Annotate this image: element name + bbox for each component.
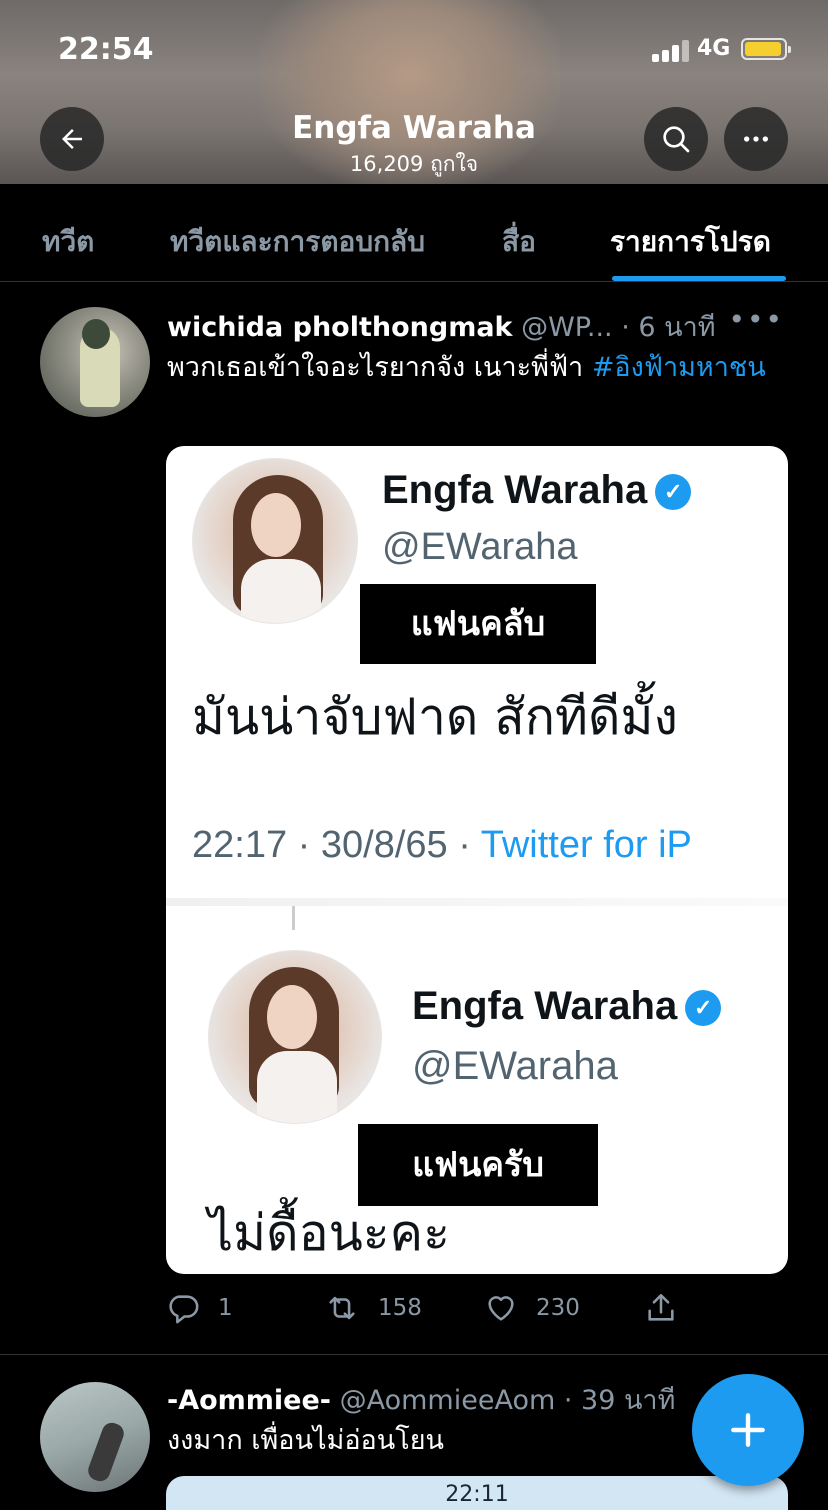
tab-media[interactable]: สื่อ <box>502 220 536 264</box>
card-handle: @EWaraha <box>412 1044 618 1088</box>
retweet-button[interactable]: 158 <box>324 1291 422 1325</box>
card-text: มันน่าจับฟาด สักทีดีมั้ง <box>192 688 678 746</box>
card-timestamp: 22:17 · 30/8/65 · Twitter for iP <box>192 824 692 866</box>
more-horizontal-icon <box>744 136 768 142</box>
card-label: แฟนคลับ <box>360 584 596 664</box>
author-name[interactable]: wichida pholthongmak <box>167 312 513 343</box>
share-button[interactable] <box>644 1291 696 1325</box>
tweet-actions: 1 158 230 <box>0 1287 828 1337</box>
tweet-text: พวกเธอเข้าใจอะไรยากจัง เนาะพี่ฟ้า #อิงฟ้… <box>167 352 766 383</box>
battery-icon <box>741 38 791 60</box>
tab-tweets-replies[interactable]: ทวีตและการตอบกลับ <box>170 220 425 264</box>
plus-icon <box>731 1413 765 1447</box>
tweet-image[interactable]: 22:11 <box>166 1476 788 1510</box>
tab-tweets[interactable]: ทวีต <box>42 220 94 264</box>
card-name: Engfa Waraha ✓ <box>382 468 692 513</box>
like-button[interactable]: 230 <box>484 1291 580 1325</box>
reply-icon <box>169 1295 199 1324</box>
active-tab-indicator <box>612 276 786 281</box>
tweet-time: · 39 นาที <box>563 1385 676 1416</box>
card-name: Engfa Waraha ✓ <box>412 984 722 1029</box>
card-avatar <box>192 458 358 624</box>
network-type: 4G <box>697 36 731 61</box>
avatar[interactable] <box>40 307 150 417</box>
tweet-time: · 6 นาที <box>621 312 716 343</box>
tweet-image[interactable]: Engfa Waraha ✓ @EWaraha แฟนคลับ มันน่าจับ… <box>166 446 788 1274</box>
search-button[interactable] <box>644 107 708 171</box>
profile-header: 22:54 4G Engfa Waraha 16,209 ถูกใจ <box>0 0 828 184</box>
more-button[interactable] <box>724 107 788 171</box>
tweet-meta: -Aommiee- @AommieeAom · 39 นาที <box>167 1378 675 1421</box>
search-icon <box>663 126 690 153</box>
tweet-more-button[interactable]: ••• <box>728 303 784 336</box>
retweet-count: 158 <box>378 1295 422 1321</box>
retweet-icon <box>329 1296 355 1320</box>
like-count: 230 <box>536 1295 580 1321</box>
profile-tabs: ทวีต ทวีตและการตอบกลับ สื่อ รายการโปรด <box>0 184 828 282</box>
verified-badge-icon: ✓ <box>685 990 722 1027</box>
thread-connector <box>292 906 295 930</box>
status-time: 22:54 <box>58 32 154 67</box>
signal-icon <box>652 40 690 62</box>
card-handle: @EWaraha <box>382 526 578 568</box>
status-bar: 22:54 4G <box>0 0 828 100</box>
heart-icon <box>488 1296 514 1321</box>
card-divider <box>166 898 788 906</box>
tweet[interactable]: wichida pholthongmak @WP... · 6 นาที •••… <box>0 283 828 1355</box>
share-icon <box>648 1293 674 1321</box>
card-avatar <box>208 950 382 1124</box>
author-name[interactable]: -Aommiee- <box>167 1385 331 1416</box>
author-handle: @AommieeAom <box>339 1385 556 1416</box>
tweet-text: งงมาก เพื่อนไม่อ่อนโยน <box>167 1425 445 1456</box>
tweet-meta: wichida pholthongmak @WP... · 6 นาที <box>167 305 716 348</box>
verified-badge-icon: ✓ <box>655 474 692 511</box>
compose-button[interactable] <box>692 1374 804 1486</box>
reply-count: 1 <box>218 1295 233 1321</box>
card-text: ไม่ดื้อนะคะ <box>208 1204 450 1262</box>
reply-button[interactable]: 1 <box>166 1291 233 1325</box>
author-handle: @WP... <box>521 312 613 343</box>
avatar[interactable] <box>40 1382 150 1492</box>
tab-likes[interactable]: รายการโปรด <box>610 220 771 264</box>
hashtag-link[interactable]: #อิงฟ้ามหาชน <box>592 352 766 383</box>
